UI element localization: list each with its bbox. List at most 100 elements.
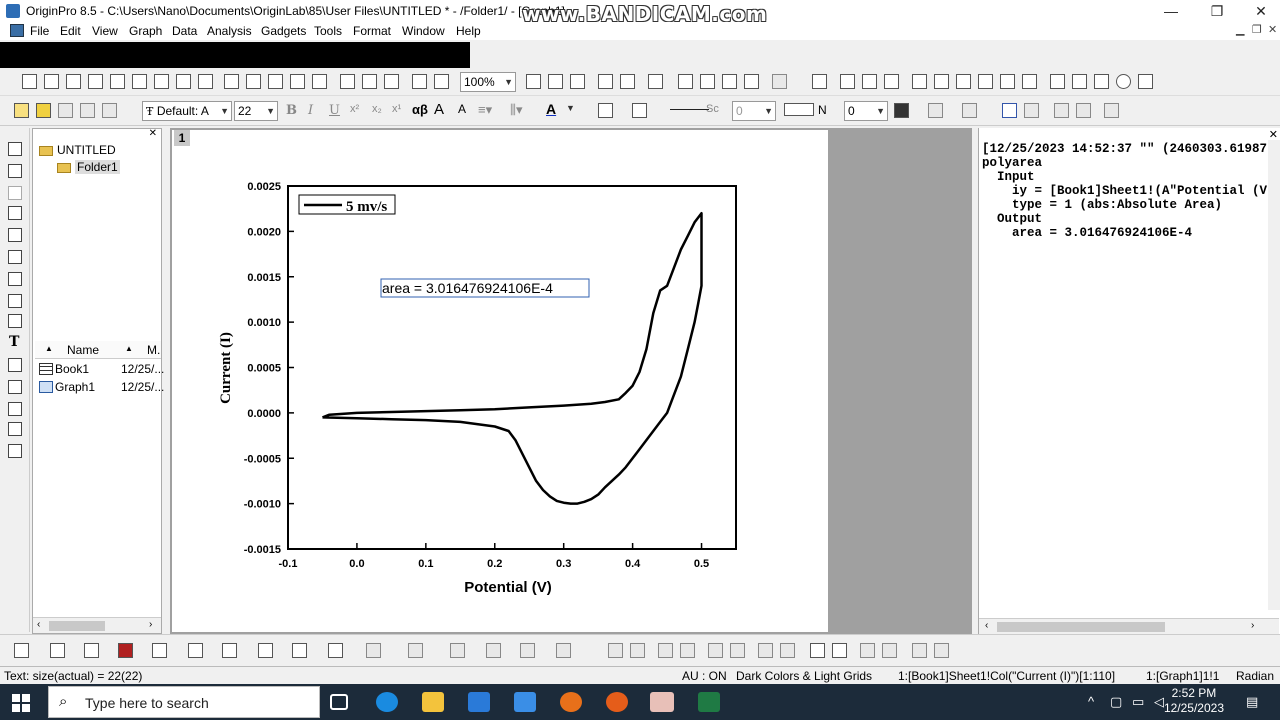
new-project-icon[interactable]	[22, 74, 37, 89]
add-box-icon[interactable]	[978, 74, 993, 89]
mask-points-icon[interactable]	[8, 314, 22, 328]
line-tool-icon[interactable]	[8, 380, 22, 394]
pointer-icon[interactable]	[8, 142, 22, 156]
new-matrix-icon[interactable]	[154, 74, 169, 89]
pattern-icon[interactable]	[894, 103, 909, 118]
pencil-icon[interactable]	[14, 103, 29, 118]
excel-icon[interactable]	[698, 692, 720, 712]
image-plot-icon[interactable]	[556, 643, 571, 658]
store-icon[interactable]	[468, 692, 490, 712]
group-icon[interactable]	[758, 643, 773, 658]
origin-taskbar-icon[interactable]	[650, 692, 674, 712]
zoom-out-icon[interactable]	[8, 186, 22, 200]
code-builder-icon[interactable]	[598, 74, 613, 89]
results-log-icon[interactable]	[620, 74, 635, 89]
add-right-axis-icon[interactable]	[956, 74, 971, 89]
windows-start-icon[interactable]	[12, 694, 30, 712]
send-back-icon[interactable]	[832, 643, 847, 658]
tree-folder1[interactable]: Folder1	[75, 160, 120, 174]
inset-icon[interactable]	[1000, 74, 1015, 89]
mail-icon[interactable]	[514, 692, 536, 712]
contour-icon[interactable]	[258, 643, 273, 658]
add-bottom-axis-icon[interactable]	[912, 74, 927, 89]
copy-page-icon[interactable]	[570, 74, 585, 89]
scrollbar-thumb[interactable]	[49, 621, 105, 631]
log-scrollbar[interactable]: ‹ ›	[979, 618, 1279, 634]
scrollbar-thumb[interactable]	[997, 622, 1165, 632]
line-style-icon[interactable]: ———	[670, 101, 709, 116]
add-layer-icon[interactable]	[772, 74, 787, 89]
y-axis-title[interactable]: Current (I)	[218, 332, 234, 404]
notifications-icon[interactable]: ▤	[1246, 694, 1258, 710]
supsub-icon[interactable]: x¹	[392, 103, 401, 115]
command-icon[interactable]	[722, 74, 737, 89]
right-edge-scrollbar[interactable]	[1268, 140, 1280, 610]
data-reader-icon[interactable]	[8, 228, 22, 242]
draw-data-icon[interactable]	[8, 272, 22, 286]
open-template-icon[interactable]	[246, 74, 261, 89]
arrange-layers-icon[interactable]	[840, 74, 855, 89]
colorscale-icon[interactable]	[1094, 74, 1109, 89]
italic-icon[interactable]: I	[308, 103, 313, 118]
menu-view[interactable]: View	[92, 24, 118, 38]
col-name-header[interactable]: Name	[67, 343, 99, 357]
menu-edit[interactable]: Edit	[60, 24, 81, 38]
taskbar-search-box[interactable]: ⌕ Type here to search	[48, 686, 320, 718]
open-excel-icon[interactable]	[268, 74, 283, 89]
mdi-restore-icon[interactable]: ❐	[1252, 23, 1262, 36]
mdi-minimize-icon[interactable]: ▁	[1236, 23, 1244, 36]
align-left-icon[interactable]: ≡▾	[478, 102, 492, 118]
align-icon[interactable]	[1050, 74, 1065, 89]
zoom-select[interactable]: 100% ▼	[460, 72, 516, 92]
line-color-icon[interactable]	[632, 103, 647, 118]
align-bottom-obj-icon[interactable]	[680, 643, 695, 658]
file-explorer-icon[interactable]	[422, 692, 444, 712]
new-graph-icon[interactable]	[132, 74, 147, 89]
screen-reader-icon[interactable]	[8, 206, 22, 220]
new-workbook-icon[interactable]	[66, 74, 81, 89]
line-symbol-plot-icon[interactable]	[84, 643, 99, 658]
project-explorer-icon[interactable]	[648, 74, 663, 89]
import-multiple-icon[interactable]	[362, 74, 377, 89]
increase-font-icon[interactable]: A	[434, 101, 444, 118]
align-left-obj-icon[interactable]	[608, 643, 623, 658]
minimize-button[interactable]: —	[1160, 2, 1182, 20]
lock-icon[interactable]	[1104, 103, 1119, 118]
bring-front-icon[interactable]	[810, 643, 825, 658]
explorer-close-icon[interactable]: ✕	[149, 128, 157, 139]
graph-canvas[interactable]: 0.0025 0.0020 0.0015 0.0010 0.0005 0.0000 -0.0…	[172, 130, 828, 632]
maximize-button[interactable]: ❐	[1206, 2, 1228, 20]
text-tool-icon[interactable]: T	[9, 334, 19, 350]
save-icon[interactable]	[290, 74, 305, 89]
firefox-dev-icon[interactable]	[606, 692, 628, 712]
col-modified-header[interactable]: M.	[147, 343, 160, 357]
clock-icon[interactable]	[1116, 74, 1131, 89]
column-plot-icon[interactable]	[118, 643, 133, 658]
network-icon[interactable]: ▢	[1110, 694, 1122, 710]
align-right-obj-icon[interactable]	[630, 643, 645, 658]
extract-layers-icon[interactable]	[884, 74, 899, 89]
task-view-icon[interactable]	[330, 694, 348, 710]
3d-bars-icon[interactable]	[450, 643, 465, 658]
close-button[interactable]: ✕	[1250, 2, 1272, 20]
ungroup-icon[interactable]	[780, 643, 795, 658]
results-log-text[interactable]: [12/25/2023 14:52:37 "" (2460303.61987 po…	[982, 142, 1272, 240]
list-item-book1[interactable]: Book1	[55, 362, 89, 376]
arrow-tool-icon[interactable]	[8, 358, 22, 372]
list-item-graph1[interactable]: Graph1	[55, 380, 95, 394]
menu-graph[interactable]: Graph	[129, 24, 162, 38]
distribute-v-icon[interactable]	[1076, 103, 1091, 118]
area-annotation[interactable]: area = 3.016476924106E-4	[382, 280, 553, 296]
scroll-right-icon[interactable]: ›	[149, 619, 152, 630]
multi-curve-icon[interactable]	[152, 643, 167, 658]
new-worksheet-icon[interactable]	[88, 74, 103, 89]
backward-icon[interactable]	[882, 643, 897, 658]
bold-icon[interactable]: B	[286, 103, 297, 118]
duplicate-icon[interactable]	[434, 74, 449, 89]
display-icon[interactable]: ▭	[1132, 694, 1144, 710]
firefox-icon[interactable]	[560, 692, 582, 712]
grid-table-icon[interactable]	[1138, 74, 1153, 89]
greek-icon[interactable]: αβ	[412, 102, 428, 117]
series-line-5mvs[interactable]	[322, 211, 703, 505]
vector-icon[interactable]	[292, 643, 307, 658]
